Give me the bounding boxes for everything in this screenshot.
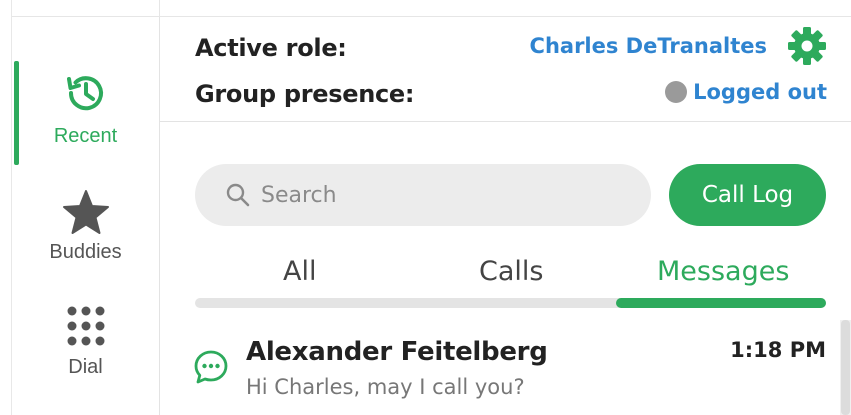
chat-bubble-icon <box>194 350 228 384</box>
sidebar: Recent Buddies Dial <box>12 17 160 415</box>
history-clock-icon <box>66 76 103 111</box>
search-input[interactable] <box>259 181 643 209</box>
tab-active-indicator <box>616 298 826 308</box>
sidebar-item-label: Buddies <box>49 241 122 263</box>
sidebar-item-buddies[interactable]: Buddies <box>12 189 159 264</box>
presence-status[interactable]: Logged out <box>665 80 827 104</box>
search-box[interactable] <box>195 164 651 226</box>
presence-value: Logged out <box>693 80 827 104</box>
top-divider <box>159 0 160 16</box>
active-role-label: Active role: <box>195 34 347 62</box>
list-item[interactable]: Alexander Feitelberg 1:18 PM Hi Charles,… <box>160 320 840 415</box>
presence-dot-icon <box>665 81 688 103</box>
scrollbar-thumb[interactable] <box>841 320 850 415</box>
sidebar-item-dial[interactable]: Dial <box>12 302 159 379</box>
star-icon <box>62 190 109 234</box>
top-strip <box>0 0 851 17</box>
sidebar-item-recent[interactable]: Recent <box>12 69 159 148</box>
call-log-button[interactable]: Call Log <box>669 164 826 226</box>
search-icon <box>226 183 250 207</box>
message-time: 1:18 PM <box>730 338 826 362</box>
group-presence-label: Group presence: <box>195 80 415 108</box>
gear-icon[interactable] <box>787 26 827 66</box>
list-scrollbar[interactable] <box>840 320 851 415</box>
tab-calls[interactable]: Calls <box>479 256 543 287</box>
message-preview: Hi Charles, may I call you? <box>246 375 525 399</box>
active-role-value[interactable]: Charles DeTranaltes <box>530 34 767 58</box>
message-sender: Alexander Feitelberg <box>246 337 548 367</box>
tab-all[interactable]: All <box>283 256 316 287</box>
tab-messages[interactable]: Messages <box>657 256 789 287</box>
sidebar-item-label: Dial <box>68 356 103 378</box>
status-header: Active role: Charles DeTranaltes Group p… <box>160 17 851 122</box>
dialpad-icon <box>67 306 104 346</box>
sidebar-item-label: Recent <box>53 125 118 147</box>
